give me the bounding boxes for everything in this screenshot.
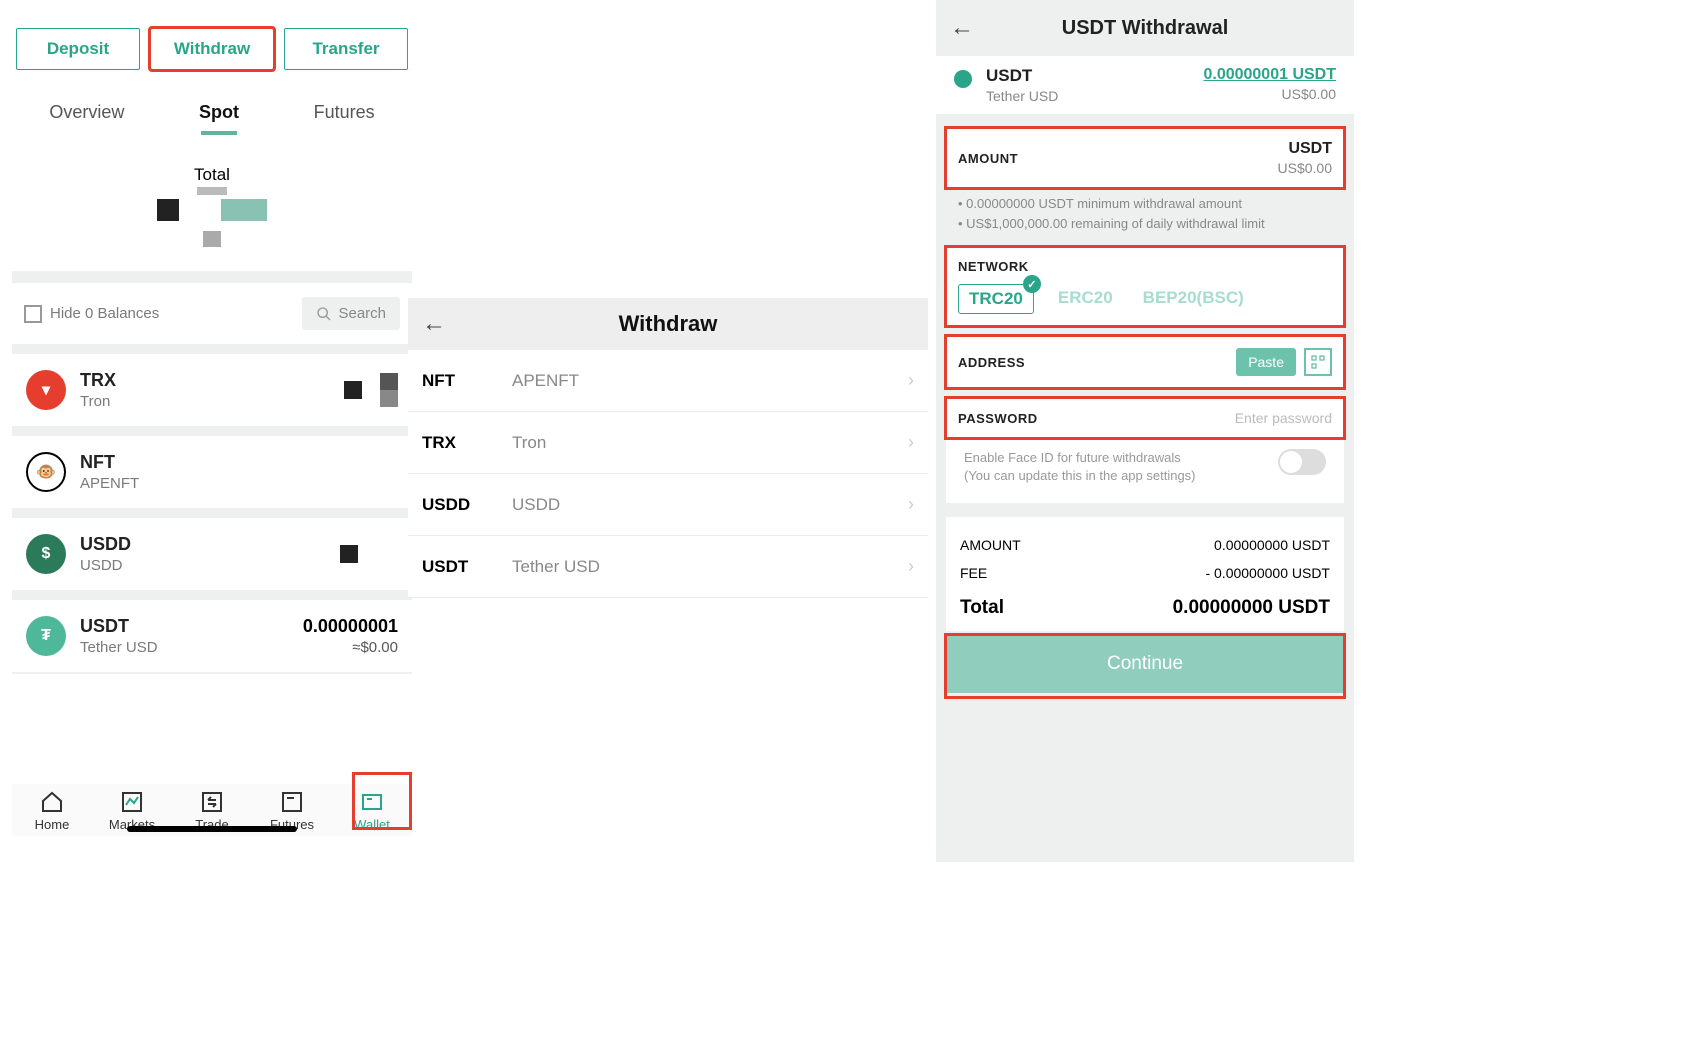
withdraw-option-symbol: USDT: [422, 557, 512, 577]
network-option-erc20[interactable]: ERC20: [1052, 284, 1119, 314]
screen-title: USDT Withdrawal: [950, 17, 1340, 40]
withdraw-button[interactable]: Withdraw: [150, 28, 274, 70]
withdraw-option-trx[interactable]: TRX Tron ›: [408, 412, 928, 474]
withdraw-option-name: APENFT: [512, 371, 908, 391]
asset-symbol: TRX: [80, 370, 344, 391]
withdraw-option-usdd[interactable]: USDD USDD ›: [408, 474, 928, 536]
network-label: NETWORK: [958, 259, 1332, 274]
wallet-tabs: Overview Spot Futures: [12, 88, 412, 139]
asset-row-nft[interactable]: 🐵 NFT APENFT: [12, 436, 412, 508]
coin-name: Tether USD: [986, 88, 1058, 104]
paste-button[interactable]: Paste: [1236, 348, 1296, 376]
balance-chart: Total: [12, 147, 412, 271]
withdrawal-summary: AMOUNT0.00000000 USDT FEE- 0.00000000 US…: [946, 517, 1344, 631]
withdraw-list-screen: ← Withdraw NFT APENFT ›TRX Tron ›USDD US…: [408, 298, 928, 598]
withdraw-option-name: Tether USD: [512, 557, 908, 577]
chevron-right-icon: ›: [908, 432, 914, 453]
withdraw-option-symbol: TRX: [422, 433, 512, 453]
asset-row-usdd[interactable]: $ USDD USDD: [12, 518, 412, 590]
withdraw-option-nft[interactable]: NFT APENFT ›: [408, 350, 928, 412]
qr-scan-icon[interactable]: [1304, 348, 1332, 376]
asset-symbol: USDT: [80, 616, 303, 637]
asset-amount: 0.00000001: [303, 616, 398, 637]
asset-icon: ₮: [26, 616, 66, 656]
asset-name: Tron: [80, 393, 344, 410]
usdt-withdrawal-screen: ← USDT Withdrawal USDT Tether USD 0.0000…: [936, 0, 1354, 862]
withdraw-option-name: Tron: [512, 433, 908, 453]
asset-icon: 🐵: [26, 452, 66, 492]
asset-row-usdt[interactable]: ₮ USDT Tether USD 0.00000001 ≈$0.00: [12, 600, 412, 672]
wallet-spot-screen: Deposit Withdraw Transfer Overview Spot …: [12, 16, 412, 836]
asset-symbol: USDD: [80, 534, 340, 555]
withdraw-option-symbol: USDD: [422, 495, 512, 515]
tab-overview[interactable]: Overview: [39, 96, 134, 135]
withdraw-option-symbol: NFT: [422, 371, 512, 391]
search-icon: [316, 306, 332, 322]
wallet-action-buttons: Deposit Withdraw Transfer: [12, 16, 412, 88]
asset-name: USDD: [80, 557, 340, 574]
withdrawal-notes: • 0.00000000 USDT minimum withdrawal amo…: [936, 188, 1354, 237]
hide-zero-balances-label: Hide 0 Balances: [50, 305, 159, 322]
coin-dot-icon: [954, 70, 972, 88]
deposit-button[interactable]: Deposit: [16, 28, 140, 70]
coin-symbol: USDT: [986, 66, 1058, 86]
withdraw-option-name: USDD: [512, 495, 908, 515]
network-option-bep20bsc[interactable]: BEP20(BSC): [1137, 284, 1250, 314]
chevron-right-icon: ›: [908, 370, 914, 391]
search-input[interactable]: Search: [302, 297, 400, 330]
nav-wallet[interactable]: Wallet: [332, 790, 412, 832]
nav-markets-icon: [119, 790, 145, 814]
amount-usd: US$0.00: [1278, 160, 1332, 176]
address-label: ADDRESS: [958, 355, 1025, 370]
nav-home[interactable]: Home: [12, 790, 92, 832]
transfer-button[interactable]: Transfer: [284, 28, 408, 70]
asset-icon: ▾: [26, 370, 66, 410]
search-placeholder: Search: [338, 305, 386, 322]
screen-title: Withdraw: [422, 311, 914, 337]
amount-label: AMOUNT: [958, 151, 1018, 166]
amount-unit: USDT: [1278, 140, 1332, 158]
nav-label: Home: [35, 817, 70, 832]
checkbox-icon: [24, 305, 42, 323]
tab-spot[interactable]: Spot: [189, 96, 249, 135]
home-indicator: [127, 826, 297, 832]
chart-total-label: Total: [72, 165, 352, 185]
asset-symbol: NFT: [80, 452, 398, 473]
coin-balance[interactable]: 0.00000001 USDT: [1203, 66, 1336, 84]
coin-balance-usd: US$0.00: [1203, 86, 1336, 102]
nav-label: Wallet: [354, 817, 390, 832]
nav-wallet-icon: [359, 790, 385, 814]
chevron-right-icon: ›: [908, 494, 914, 515]
continue-button[interactable]: Continue: [946, 635, 1344, 693]
withdraw-option-usdt[interactable]: USDT Tether USD ›: [408, 536, 928, 598]
asset-approx: ≈$0.00: [303, 639, 398, 656]
network-option-trc20[interactable]: TRC20: [958, 284, 1034, 314]
nav-home-icon: [39, 790, 65, 814]
asset-icon: $: [26, 534, 66, 574]
faceid-toggle[interactable]: [1278, 449, 1326, 475]
chevron-right-icon: ›: [908, 556, 914, 577]
faceid-note: Enable Face ID for future withdrawals (Y…: [964, 449, 1278, 485]
password-label: PASSWORD: [958, 411, 1038, 426]
hide-zero-balances-toggle[interactable]: Hide 0 Balances: [24, 305, 159, 323]
nav-futures-icon: [279, 790, 305, 814]
coin-header: USDT Tether USD 0.00000001 USDT US$0.00: [936, 56, 1354, 114]
asset-name: APENFT: [80, 475, 398, 492]
asset-row-trx[interactable]: ▾ TRX Tron: [12, 354, 412, 426]
nav-trade-icon: [199, 790, 225, 814]
tab-futures[interactable]: Futures: [304, 96, 385, 135]
asset-name: Tether USD: [80, 639, 303, 656]
password-input[interactable]: Enter password: [1235, 410, 1332, 426]
